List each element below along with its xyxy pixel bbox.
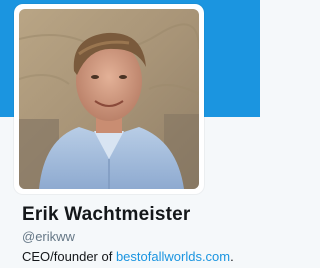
bio-suffix: .	[230, 249, 234, 264]
profile-handle[interactable]: @erikww	[22, 229, 75, 244]
profile-name[interactable]: Erik Wachtmeister	[22, 204, 190, 226]
bio-link[interactable]: bestofallworlds.com	[116, 249, 230, 264]
profile-bio: CEO/founder of bestofallworlds.com.	[22, 249, 234, 264]
avatar[interactable]	[14, 4, 204, 194]
bio-text: CEO/founder of	[22, 249, 116, 264]
profile-photo	[19, 9, 199, 189]
